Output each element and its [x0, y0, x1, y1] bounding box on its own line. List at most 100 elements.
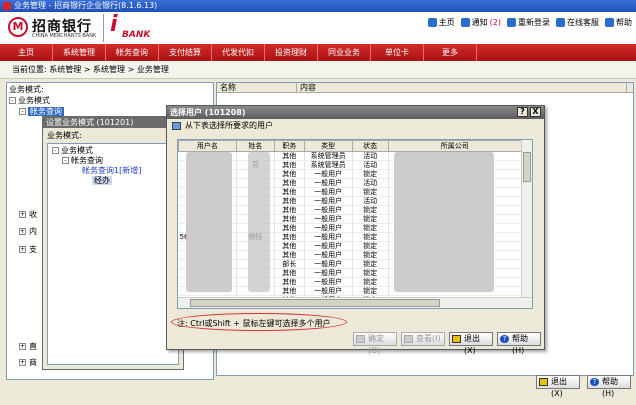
help-link[interactable]: 帮助 — [605, 17, 632, 28]
tree-node[interactable]: 帐务查询1[新增] — [48, 166, 178, 176]
table-cell: 其他 — [274, 241, 305, 251]
table-cell: 活动 — [352, 151, 389, 161]
tree-node[interactable]: + 商 — [19, 357, 37, 368]
table-cell: 系统管理员 — [304, 151, 353, 161]
tab-card[interactable]: 单位卡 — [371, 44, 424, 61]
tab-account-query[interactable]: 帐务查询 — [106, 44, 159, 61]
tab-system[interactable]: 系统管理 — [53, 44, 106, 61]
business-mode-tree: - 业务模式 - 帐务查询 — [9, 95, 64, 117]
table-cell: 锁定 — [352, 277, 389, 287]
home-icon — [427, 18, 437, 27]
collapse-icon[interactable]: - — [62, 157, 69, 164]
tab-investment[interactable]: 投资理财 — [265, 44, 318, 61]
service-link[interactable]: 在线客服 — [556, 17, 599, 28]
notice-count: (2) — [489, 18, 501, 27]
dialog-close-button[interactable]: X — [530, 107, 541, 117]
redacted-names — [248, 152, 270, 292]
redacted-usernames — [186, 152, 232, 292]
table-cell: 一般用户 — [304, 214, 353, 224]
top-links: 主页 通知 (2) 重新登录 在线客服 帮助 — [427, 17, 632, 28]
ibank-bank: BANK — [122, 30, 151, 40]
table-cell: 一般用户 — [304, 277, 353, 287]
table-cell: 锁定 — [352, 250, 389, 260]
tab-home[interactable]: 主页 — [0, 44, 53, 61]
set-business-mode-dialog: 设置业务模式 (101201) 业务模式: - 业务模式 - 帐务查询 帐务查询1[… — [42, 116, 184, 370]
help-icon: ? — [500, 335, 509, 343]
dialog-subtitle: 从下表选择所要求的用户 — [167, 119, 544, 132]
table-cell: 其他 — [274, 286, 305, 296]
exit-button[interactable]: 退出(X) — [449, 332, 493, 355]
dialog-help-button[interactable]: ? — [517, 107, 528, 117]
table-cell: 活动 — [352, 178, 389, 188]
expand-icon[interactable]: + — [19, 359, 26, 366]
expand-icon[interactable]: + — [19, 211, 26, 218]
table-vscroll[interactable] — [521, 140, 532, 298]
table-cell: 锁定 — [352, 232, 389, 242]
help-button[interactable]: ? 帮助(H) — [497, 332, 541, 355]
tree-node[interactable]: - 业务模式 — [9, 95, 64, 106]
table-cell: 锁定 — [352, 286, 389, 296]
table-cell: 一般用户 — [304, 169, 353, 179]
tree-node[interactable]: - 帐务查询 — [48, 156, 178, 166]
table-cell: 活动 — [352, 196, 389, 206]
table-cell: 部长 — [274, 259, 305, 269]
tree-node[interactable]: + 直 — [19, 341, 37, 352]
confirm-button[interactable]: 确定(O) — [353, 332, 397, 355]
help-icon — [605, 18, 614, 27]
col-name[interactable]: 姓名 — [235, 140, 275, 152]
hscroll-thumb[interactable] — [190, 299, 440, 307]
collapse-icon[interactable]: - — [52, 147, 59, 154]
bottom-bar: 退出(X) ? 帮助(H) — [0, 375, 636, 405]
header-banner: M 招商银行 CHINA MERCHANTS BANK i BANK 主页 通知… — [0, 12, 636, 44]
view-button[interactable]: 查看(I) — [401, 332, 445, 346]
tab-more[interactable]: 更多 — [424, 44, 477, 61]
col-name[interactable]: 名称 — [217, 83, 297, 92]
col-username[interactable]: 用户名 — [178, 140, 237, 152]
relogin-link[interactable]: 重新登录 — [507, 17, 550, 28]
tree-node[interactable]: + 内 — [19, 226, 37, 237]
service-icon — [556, 18, 565, 27]
tree-node[interactable]: - 业务模式 — [48, 146, 178, 156]
vscroll-thumb[interactable] — [523, 152, 531, 182]
col-status[interactable]: 状态 — [351, 140, 389, 152]
notice-link[interactable]: 通知 (2) — [460, 17, 501, 28]
table-cell: 其他 — [274, 205, 305, 215]
collapse-icon[interactable]: - — [19, 108, 26, 115]
table-cell: 锁定 — [352, 241, 389, 251]
table-cell: 锁定 — [352, 268, 389, 278]
expand-icon[interactable]: + — [19, 343, 26, 350]
tree-node[interactable]: + 支 — [19, 244, 37, 255]
col-content[interactable]: 内容 — [297, 83, 627, 92]
table-cell: 系统管理员 — [304, 160, 353, 170]
expand-icon[interactable]: + — [19, 228, 26, 235]
expand-icon[interactable]: + — [19, 246, 26, 253]
table-hscroll[interactable] — [178, 297, 532, 308]
table-cell: 一般用户 — [304, 178, 353, 188]
tab-interbank[interactable]: 同业业务 — [318, 44, 371, 61]
refresh-icon — [507, 18, 516, 27]
table-cell: 锁定 — [352, 259, 389, 269]
col-type[interactable]: 类型 — [303, 140, 353, 152]
main-help-button[interactable]: ? 帮助(H) — [587, 375, 631, 398]
main-exit-button[interactable]: 退出(X) — [536, 375, 580, 398]
tab-payroll[interactable]: 代发代扣 — [212, 44, 265, 61]
home-link[interactable]: 主页 — [427, 17, 455, 28]
table-cell: 其他 — [274, 214, 305, 224]
col-company[interactable]: 所属公司 — [387, 140, 523, 152]
ibank-i: i — [110, 12, 118, 37]
tree-node[interactable]: + 收 — [19, 209, 37, 220]
ibank-logo: i BANK — [103, 12, 150, 42]
bank-name-en: CHINA MERCHANTS BANK — [32, 33, 97, 39]
table-cell: 其他 — [274, 160, 305, 170]
col-title[interactable]: 职务 — [273, 140, 305, 152]
exit-icon — [452, 335, 461, 343]
table-cell: 一般用户 — [304, 205, 353, 215]
view-icon — [404, 335, 413, 343]
tree-node[interactable]: 经办 — [48, 176, 178, 186]
collapse-icon[interactable]: - — [9, 97, 16, 104]
table-cell: 一般用户 — [304, 259, 353, 269]
table-cell: 其他 — [274, 232, 305, 242]
tab-payment[interactable]: 支付结算 — [159, 44, 212, 61]
table-cell: 其他 — [274, 178, 305, 188]
table-cell: 其他 — [274, 250, 305, 260]
